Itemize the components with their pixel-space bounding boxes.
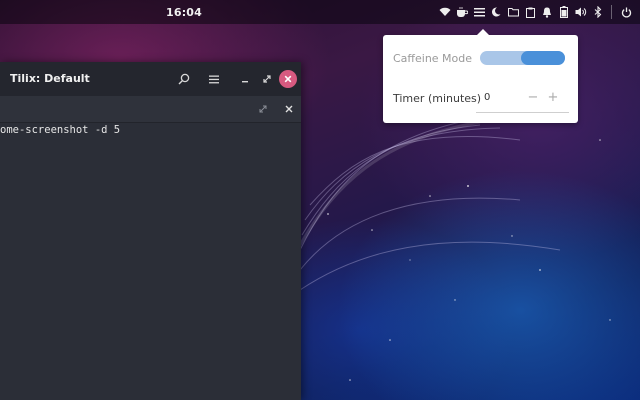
window-title: Tilix: Default <box>10 72 90 85</box>
night-icon[interactable] <box>488 4 504 20</box>
folder-icon[interactable] <box>505 4 521 20</box>
timer-decrement-button[interactable]: − <box>526 90 540 105</box>
maximize-icon[interactable] <box>258 70 276 88</box>
window-titlebar[interactable]: Tilix: Default <box>0 62 301 96</box>
caffeine-mode-switch[interactable] <box>480 51 565 65</box>
timer-increment-button[interactable]: + <box>546 90 560 105</box>
bell-icon[interactable] <box>539 4 555 20</box>
timer-label: Timer (minutes) <box>393 92 482 105</box>
tilix-window: Tilix: Default ome-screenshot -d 5 <box>0 62 301 400</box>
power-icon[interactable] <box>618 4 634 20</box>
terminal-output[interactable]: ome-screenshot -d 5 <box>0 123 301 400</box>
close-terminal-icon[interactable] <box>281 101 297 117</box>
clipboard-icon[interactable] <box>522 4 538 20</box>
battery-icon[interactable] <box>556 4 572 20</box>
coffee-icon[interactable] <box>454 4 470 20</box>
volume-icon[interactable] <box>573 4 589 20</box>
close-window-button[interactable] <box>279 70 297 88</box>
menu-icon[interactable] <box>471 4 487 20</box>
terminal-line: ome-screenshot -d 5 <box>0 124 121 136</box>
hamburger-menu-icon[interactable] <box>205 70 223 88</box>
caffeine-mode-label: Caffeine Mode <box>393 52 473 65</box>
system-tray <box>436 4 634 20</box>
timer-value[interactable]: 0 <box>484 92 490 103</box>
timer-stepper[interactable]: 0 − + <box>476 86 569 113</box>
top-panel: 16:04 <box>0 0 640 24</box>
bluetooth-icon[interactable] <box>590 4 606 20</box>
wifi-icon[interactable] <box>437 4 453 20</box>
clock[interactable]: 16:04 <box>0 6 368 19</box>
maximize-terminal-icon[interactable] <box>255 101 271 117</box>
close-icon <box>284 75 292 83</box>
minimize-icon[interactable] <box>236 70 254 88</box>
terminal-header <box>0 96 301 123</box>
tray-separator <box>611 5 612 19</box>
search-icon[interactable] <box>175 70 193 88</box>
switch-knob[interactable] <box>521 51 565 65</box>
caffeine-popup: Caffeine Mode Timer (minutes) 0 − + <box>383 29 578 123</box>
